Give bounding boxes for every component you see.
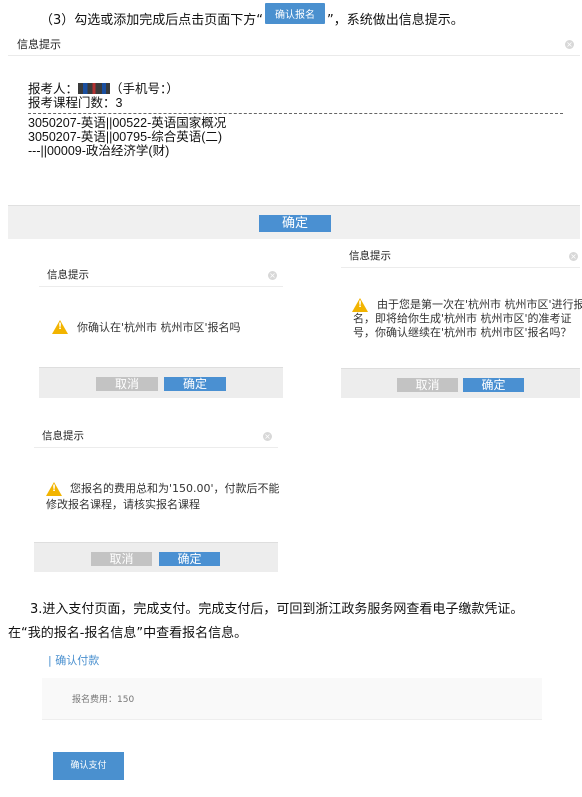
dialog-footer: 确定 bbox=[8, 205, 580, 239]
dialog-message-line: 修改报名课程，请核实报名课程 bbox=[46, 498, 200, 511]
info-dialog-city: 信息提示 × ! 你确认在'杭州市 杭州市区'报名吗 取消 确定 bbox=[39, 263, 283, 398]
dialog-header: 信息提示 × bbox=[39, 263, 283, 287]
info-dialog-first-time: 信息提示 × ! 由于您是第一次在'杭州市 杭州市区'进行报 名，即将给你生成'… bbox=[341, 244, 582, 398]
warning-icon: ! bbox=[46, 482, 62, 496]
dialog-header: 信息提示 × bbox=[8, 34, 580, 56]
dialog-message-line: 号，你确认继续在'杭州市 杭州市区'报名吗？ bbox=[353, 326, 572, 339]
dialog-footer: 取消 确定 bbox=[341, 368, 580, 398]
close-icon[interactable]: × bbox=[569, 252, 578, 261]
cancel-button[interactable]: 取消 bbox=[96, 377, 158, 391]
dialog-message-line: 名，即将给你生成'杭州市 杭州市区'的准考证 bbox=[353, 312, 572, 325]
confirm-button[interactable]: 确定 bbox=[259, 215, 331, 232]
step3-suffix: ”，系统做出信息提示。 bbox=[327, 13, 464, 28]
redacted-name bbox=[78, 83, 111, 94]
dialog-footer: 取消 确定 bbox=[39, 367, 283, 398]
close-icon[interactable]: × bbox=[263, 432, 272, 441]
payment-fee: 报名费用：150 bbox=[72, 695, 135, 705]
step-payment-text-line1: 3.进入支付页面，完成支付。完成支付后，可回到浙江政务服务网查看电子缴款凭证。 bbox=[30, 602, 524, 617]
applicant-phone: （手机号：） bbox=[110, 82, 179, 96]
payment-section-title: | 确认付款 bbox=[48, 654, 100, 667]
step-payment-text-line2: 在“我的报名-报名信息”中查看报名信息。 bbox=[8, 626, 248, 641]
confirm-button[interactable]: 确定 bbox=[159, 552, 220, 566]
step3-prefix: （3）勾选或添加完成后点击页面下方“ bbox=[40, 13, 264, 28]
dialog-message: 你确认在'杭州市 杭州市区'报名吗 bbox=[77, 321, 241, 334]
dialog-footer: 取消 确定 bbox=[34, 542, 278, 572]
step3-instruction: （3）勾选或添加完成后点击页面下方“ 确认报名 ”，系统做出信息提示。 bbox=[40, 3, 464, 29]
course-item: 3050207-英语||00795-综合英语(二) bbox=[28, 130, 223, 144]
dialog-body: 报考人： （手机号：） 报考课程门数：3 3050207-英语||00522-英语… bbox=[8, 56, 580, 158]
dialog-header: 信息提示 × bbox=[341, 244, 580, 268]
confirm-button[interactable]: 确定 bbox=[463, 378, 524, 392]
dialog-title: 信息提示 bbox=[42, 430, 84, 442]
close-icon[interactable]: × bbox=[565, 40, 574, 49]
divider bbox=[28, 113, 563, 114]
course-item: 3050207-英语||00522-英语国家概况 bbox=[28, 116, 227, 130]
info-dialog-summary: 信息提示 × 报考人： （手机号：） 报考课程门数：3 3050207-英语||0… bbox=[8, 34, 580, 239]
dialog-header: 信息提示 × bbox=[34, 424, 278, 448]
close-icon[interactable]: × bbox=[268, 271, 277, 280]
info-dialog-fee: 信息提示 × ! 您报名的费用总和为'150.00'，付款后不能 修改报名课程，… bbox=[34, 424, 280, 572]
confirm-payment-button[interactable]: 确认支付 bbox=[53, 752, 124, 780]
dialog-title: 信息提示 bbox=[349, 250, 391, 262]
confirm-registration-button[interactable]: 确认报名 bbox=[265, 3, 326, 24]
course-count: 报考课程门数：3 bbox=[28, 96, 123, 110]
confirm-button[interactable]: 确定 bbox=[164, 377, 226, 391]
dialog-title: 信息提示 bbox=[47, 269, 89, 281]
course-item: ---||00009-政治经济学(财) bbox=[28, 144, 170, 158]
dialog-title: 信息提示 bbox=[17, 38, 61, 51]
warning-icon: ! bbox=[52, 320, 68, 334]
warning-icon: ! bbox=[352, 298, 368, 312]
applicant-label: 报考人： bbox=[28, 82, 79, 96]
cancel-button[interactable]: 取消 bbox=[397, 378, 458, 392]
cancel-button[interactable]: 取消 bbox=[91, 552, 152, 566]
dialog-message-line: 您报名的费用总和为'150.00'，付款后不能 bbox=[70, 482, 280, 495]
applicant-line: 报考人： （手机号：） bbox=[28, 82, 580, 96]
dialog-message-line: 由于您是第一次在'杭州市 杭州市区'进行报 bbox=[377, 298, 582, 311]
